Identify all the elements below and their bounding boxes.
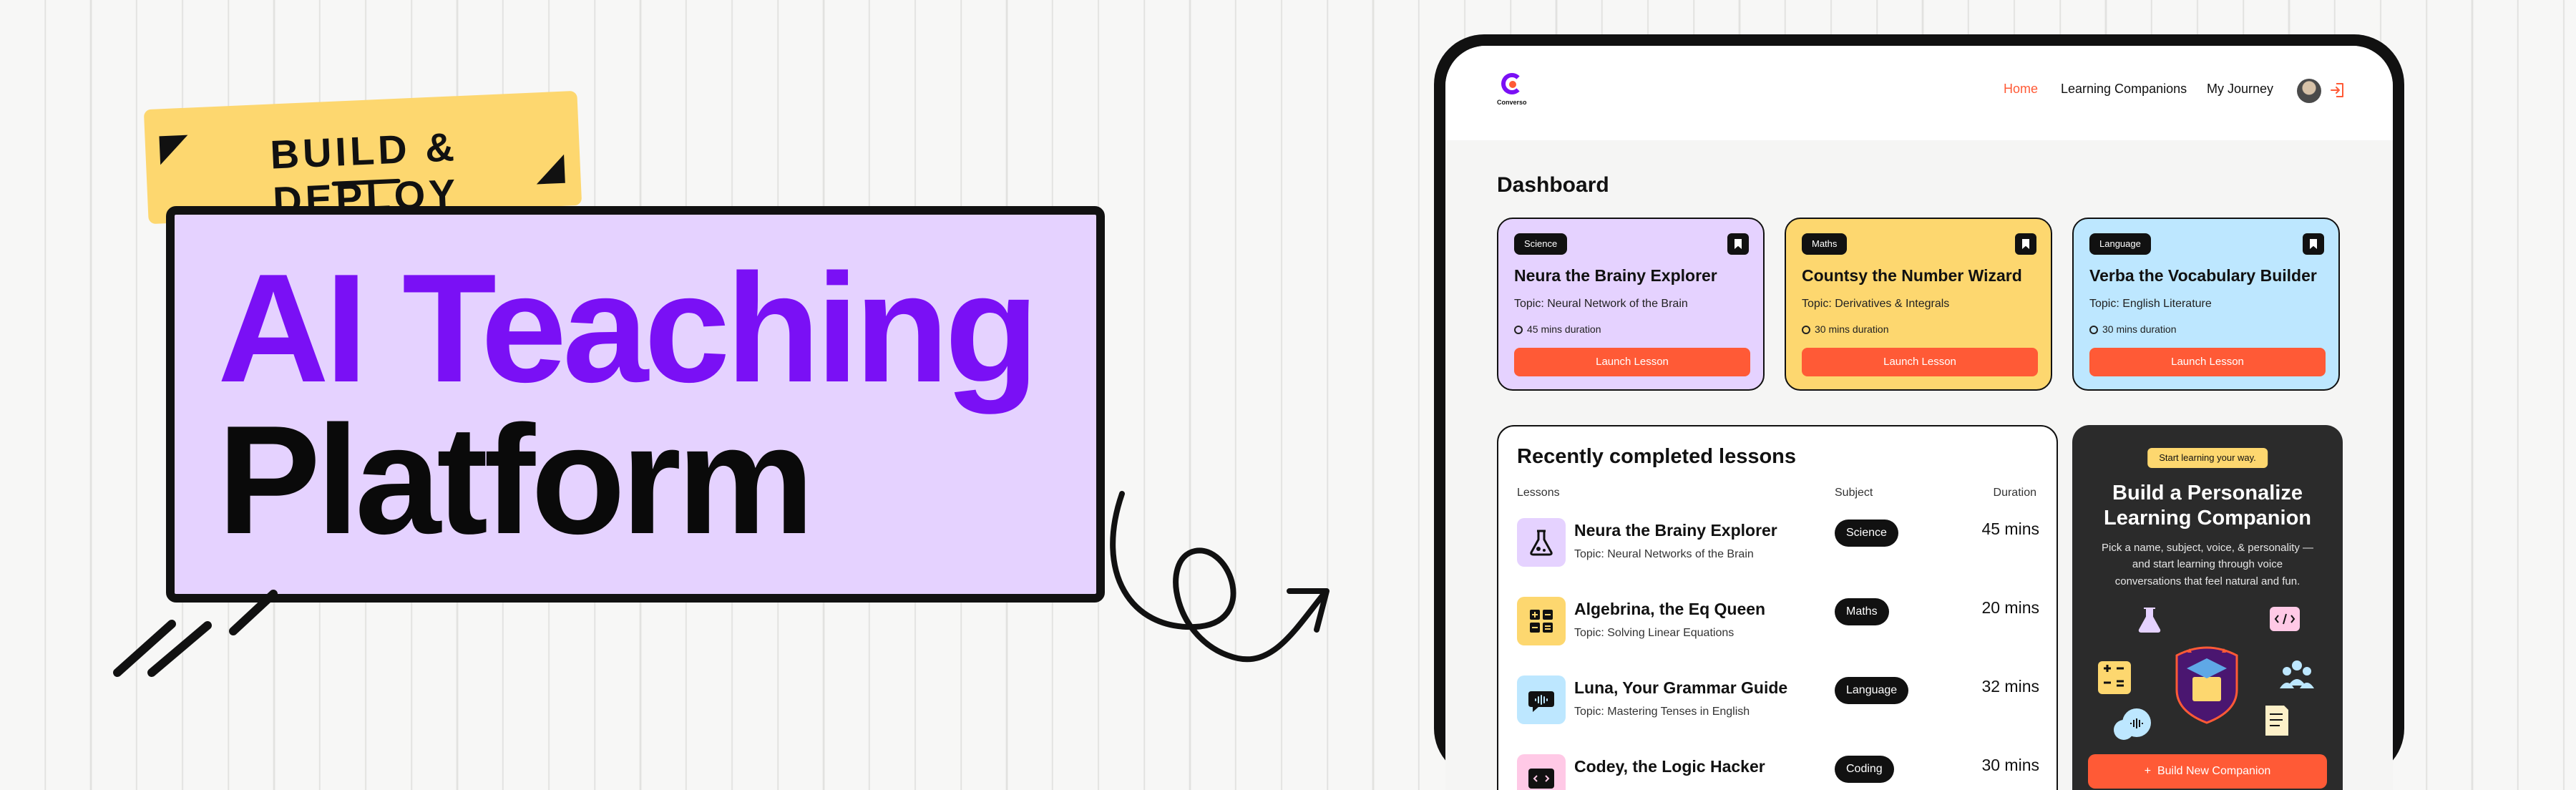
lesson-row[interactable]: Codey, the Logic Hacker Coding 30 mins <box>1517 754 2039 790</box>
top-navigation: Converso Home Learning Companions My Jou… <box>1445 46 2393 140</box>
companion-card: Science Neura the Brainy Explorer Topic:… <box>1497 218 1765 391</box>
subject-chip: Science <box>1514 233 1568 255</box>
clock-icon <box>1802 326 1810 334</box>
cta-button-label: Build New Companion <box>2157 765 2271 777</box>
lesson-name: Neura the Brainy Explorer <box>1574 521 1777 540</box>
companion-duration: 30 mins duration <box>1802 323 1889 335</box>
converso-logo[interactable]: Converso <box>1497 73 1533 116</box>
badge-corner-triangle <box>159 135 190 165</box>
duration-text: 45 mins duration <box>1527 323 1601 335</box>
companion-name: Countsy the Number Wizard <box>1802 266 2022 285</box>
companion-duration: 45 mins duration <box>1514 323 1601 335</box>
nav-my-journey[interactable]: My Journey <box>2207 82 2273 97</box>
hero-title-line1: AI Teaching <box>218 241 1039 414</box>
cta-title: Build a Personalize Learning Companion <box>2104 482 2311 530</box>
companion-card: Maths Countsy the Number Wizard Topic: D… <box>1785 218 2052 391</box>
nav-learning-companions[interactable]: Learning Companions <box>2061 82 2187 97</box>
companion-name: Neura the Brainy Explorer <box>1514 266 1717 285</box>
column-header-subject: Subject <box>1835 487 1873 499</box>
hero-title-line2: Platform <box>218 393 814 566</box>
bookmark-icon[interactable] <box>2015 233 2036 255</box>
launch-lesson-button[interactable]: Launch Lesson <box>2089 348 2326 376</box>
subject-chip: Maths <box>1802 233 1848 255</box>
bookmark-icon[interactable] <box>1727 233 1749 255</box>
sign-out-icon[interactable] <box>2330 82 2346 99</box>
logo-dot <box>1509 81 1516 88</box>
lesson-icon-tile <box>1517 754 1566 790</box>
lesson-name: Codey, the Logic Hacker <box>1574 757 1765 776</box>
lesson-subject-badge: Coding <box>1835 756 1894 783</box>
clock-icon <box>1514 326 1523 334</box>
column-header-lessons: Lessons <box>1517 487 1560 499</box>
lesson-topic: Topic: Solving Linear Equations <box>1574 627 1735 639</box>
build-deploy-badge: BUILD & DEPLOY <box>143 90 582 225</box>
flask-icon <box>2138 608 2161 633</box>
cta-description: Pick a name, subject, voice, & personali… <box>2102 542 2313 587</box>
hero-title-box: AI Teaching Platform <box>166 206 1105 603</box>
lesson-subject-badge: Maths <box>1835 598 1889 625</box>
lesson-duration: 32 mins <box>1981 677 2039 696</box>
lesson-row[interactable]: Luna, Your Grammar Guide Topic: Masterin… <box>1517 676 2039 740</box>
companion-name: Verba the Vocabulary Builder <box>2089 266 2317 285</box>
recent-lessons-title: Recently completed lessons <box>1517 445 1797 468</box>
flask-icon <box>1530 530 1553 556</box>
recent-lessons-panel: Recently completed lessons Lessons Subje… <box>1497 425 2058 790</box>
nav-home[interactable]: Home <box>2004 82 2038 97</box>
people-icon <box>2280 660 2314 688</box>
speech-icon <box>1528 691 1554 712</box>
build-companion-cta: Start learning your way. Build a Persona… <box>2072 425 2343 790</box>
code-icon <box>2270 607 2300 631</box>
bookmark-icon[interactable] <box>2303 233 2324 255</box>
graduation-shield-icon <box>2175 646 2238 724</box>
tablet-frame: Converso Home Learning Companions My Jou… <box>1434 34 2404 790</box>
plus-icon: + <box>2144 765 2157 777</box>
lesson-topic: Topic: Mastering Tenses in English <box>1574 706 1750 718</box>
lesson-duration: 30 mins <box>1981 756 2039 774</box>
companion-topic: Topic: English Literature <box>2089 298 2212 310</box>
user-avatar[interactable] <box>2297 79 2321 103</box>
companion-topic: Topic: Neural Network of the Brain <box>1514 298 1688 310</box>
lesson-duration: 45 mins <box>1981 520 2039 538</box>
launch-lesson-button[interactable]: Launch Lesson <box>1514 348 1750 376</box>
companion-duration: 30 mins duration <box>2089 323 2177 335</box>
cta-pill: Start learning your way. <box>2147 448 2268 468</box>
clock-icon <box>2089 326 2098 334</box>
lesson-icon-tile <box>1517 518 1566 567</box>
speech-icon <box>2114 708 2151 740</box>
launch-lesson-button[interactable]: Launch Lesson <box>1802 348 2038 376</box>
companion-topic: Topic: Derivatives & Integrals <box>1802 298 1950 310</box>
dashboard-title: Dashboard <box>1497 173 1609 197</box>
column-header-duration: Duration <box>1993 487 2036 499</box>
document-icon <box>2265 706 2288 736</box>
lesson-duration: 20 mins <box>1981 598 2039 617</box>
app-screen: Converso Home Learning Companions My Jou… <box>1445 46 2393 790</box>
lesson-topic: Topic: Neural Networks of the Brain <box>1574 548 1754 560</box>
calculator-icon <box>1530 610 1553 633</box>
speed-lines <box>113 590 278 677</box>
lesson-icon-tile <box>1517 597 1566 645</box>
lesson-subject-badge: Language <box>1835 677 1909 704</box>
lesson-subject-badge: Science <box>1835 520 1898 547</box>
calculator-icon <box>2098 661 2131 694</box>
companion-card: Language Verba the Vocabulary Builder To… <box>2072 218 2340 391</box>
swirl-arrow <box>1110 491 1330 663</box>
subject-chip: Language <box>2089 233 2151 255</box>
duration-text: 30 mins duration <box>2102 323 2177 335</box>
code-icon <box>1528 769 1554 789</box>
lesson-name: Algebrina, the Eq Queen <box>1574 600 1766 618</box>
build-new-companion-button[interactable]: + Build New Companion <box>2088 754 2327 789</box>
lesson-icon-tile <box>1517 676 1566 724</box>
lesson-row[interactable]: Algebrina, the Eq Queen Topic: Solving L… <box>1517 597 2039 661</box>
duration-text: 30 mins duration <box>1815 323 1889 335</box>
logo-text: Converso <box>1497 99 1527 106</box>
companion-illustration <box>2098 607 2314 740</box>
lesson-row[interactable]: Neura the Brainy Explorer Topic: Neural … <box>1517 518 2039 582</box>
lesson-name: Luna, Your Grammar Guide <box>1574 678 1788 697</box>
